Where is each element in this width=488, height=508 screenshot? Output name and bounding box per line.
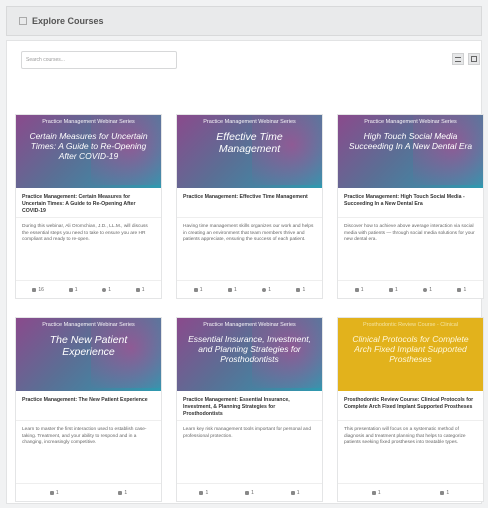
course-title[interactable]: Practice Management: The New Patient Exp… xyxy=(16,391,161,421)
course-card[interactable]: Practice Management Webinar Series Essen… xyxy=(176,317,323,502)
course-banner: Practice Management Webinar Series Certa… xyxy=(16,115,161,188)
course-description: Discover how to achieve above average in… xyxy=(344,224,475,242)
square-icon xyxy=(19,17,27,25)
stat-comments: 1 xyxy=(296,287,305,293)
course-title[interactable]: Practice Management: High Touch Social M… xyxy=(338,188,483,218)
course-title[interactable]: Practice Management: Certain Measures fo… xyxy=(16,188,161,218)
star-icon xyxy=(262,287,267,292)
stat-likes: 1 xyxy=(245,490,254,496)
thumbs-up-icon xyxy=(245,490,250,495)
comment-icon xyxy=(296,287,301,292)
stat-reviews: 1 xyxy=(262,287,271,293)
stat-comments: 1 xyxy=(457,287,466,293)
stat-views: 1 xyxy=(354,287,364,293)
grid-view-button[interactable] xyxy=(468,53,480,65)
series-label: Practice Management Webinar Series xyxy=(203,322,296,328)
stat-views: 1 xyxy=(371,490,381,496)
banner-title: High Touch Social Media Succeeding In A … xyxy=(348,131,473,151)
course-banner: Practice Management Webinar Series The N… xyxy=(16,318,161,391)
course-card[interactable]: Practice Management Webinar Series The N… xyxy=(15,317,162,502)
series-label: Practice Management Webinar Series xyxy=(42,322,135,328)
comment-icon xyxy=(135,287,140,292)
banner-title: The New Patient Experience xyxy=(49,334,128,358)
stat-comments: 1 xyxy=(440,490,449,496)
stat-comments: 1 xyxy=(290,490,300,496)
series-label: Practice Management Webinar Series xyxy=(203,119,296,125)
card-footer: 1 1 1 xyxy=(177,483,322,501)
banner-title: Clinical Protocols for Complete Arch Fix… xyxy=(352,334,469,364)
course-card[interactable]: Prosthodontic Review Course - Clinical C… xyxy=(337,317,484,502)
stat-likes: 1 xyxy=(227,287,237,293)
course-card[interactable]: Practice Management Webinar Series High … xyxy=(337,114,484,299)
course-title[interactable]: Practice Management: Effective Time Mana… xyxy=(177,188,322,218)
eye-icon xyxy=(32,287,37,292)
banner-title: Certain Measures for Uncertain Times: A … xyxy=(29,131,148,161)
course-banner: Practice Management Webinar Series High … xyxy=(338,115,483,188)
course-title[interactable]: Practice Management: Essential Insurance… xyxy=(177,391,322,421)
card-footer: 1 1 1 1 xyxy=(177,280,322,298)
course-title[interactable]: Prosthodontic Review Course: Clinical Pr… xyxy=(338,391,483,421)
course-banner: Practice Management Webinar Series Essen… xyxy=(177,318,322,391)
series-label: Practice Management Webinar Series xyxy=(364,119,457,125)
search-input[interactable] xyxy=(21,51,177,69)
eye-icon xyxy=(193,287,198,292)
comment-icon xyxy=(118,490,123,495)
eye-icon xyxy=(354,287,359,292)
card-footer: 1 1 xyxy=(16,483,161,501)
stat-comments: 1 xyxy=(135,287,145,293)
star-icon xyxy=(423,287,428,292)
stat-comments: 1 xyxy=(118,490,127,496)
course-card[interactable]: Practice Management Webinar Series Effec… xyxy=(176,114,323,299)
thumbs-up-icon xyxy=(227,287,232,292)
stat-likes: 1 xyxy=(388,287,398,293)
thumbs-up-icon xyxy=(68,287,73,292)
thumbs-up-icon xyxy=(388,287,393,292)
course-banner: Practice Management Webinar Series Effec… xyxy=(177,115,322,188)
series-label: Prosthodontic Review Course - Clinical xyxy=(362,322,459,328)
list-view-icon xyxy=(455,56,461,62)
course-description: Learn to master the first interaction us… xyxy=(22,427,147,445)
course-description: During this webinar, Ali Oromchian, J.D.… xyxy=(22,224,148,242)
course-description: Learn key risk management tools importan… xyxy=(183,427,311,439)
stat-views: 16 xyxy=(32,287,44,293)
banner-title: Essential Insurance, Investment, and Pla… xyxy=(188,334,311,364)
stat-likes: 1 xyxy=(68,287,77,293)
eye-icon xyxy=(371,490,376,495)
stat-reviews: 1 xyxy=(102,287,111,293)
card-footer: 1 1 1 1 xyxy=(338,280,483,298)
card-footer: 1 1 xyxy=(338,483,483,501)
banner-title: Effective Time Management xyxy=(216,131,283,155)
page-title: Explore Courses xyxy=(32,16,104,26)
course-description: Having time management skills organizes … xyxy=(183,224,314,242)
list-view-button[interactable] xyxy=(452,53,464,65)
stat-views: 1 xyxy=(193,287,203,293)
star-icon xyxy=(102,287,107,292)
course-card[interactable]: Practice Management Webinar Series Certa… xyxy=(15,114,162,299)
comment-icon xyxy=(290,490,295,495)
series-label: Practice Management Webinar Series xyxy=(42,119,135,125)
comment-icon xyxy=(440,490,445,495)
card-footer: 16 1 1 1 xyxy=(16,280,161,298)
course-banner: Prosthodontic Review Course - Clinical C… xyxy=(338,318,483,391)
grid-view-icon xyxy=(471,56,477,62)
stat-views: 1 xyxy=(199,490,208,496)
course-description: This presentation will focus on a system… xyxy=(344,427,466,445)
stat-reviews: 1 xyxy=(423,287,432,293)
explore-courses-header: Explore Courses xyxy=(6,6,482,36)
comment-icon xyxy=(457,287,462,292)
eye-icon xyxy=(199,490,204,495)
eye-icon xyxy=(49,490,54,495)
stat-views: 1 xyxy=(49,490,59,496)
